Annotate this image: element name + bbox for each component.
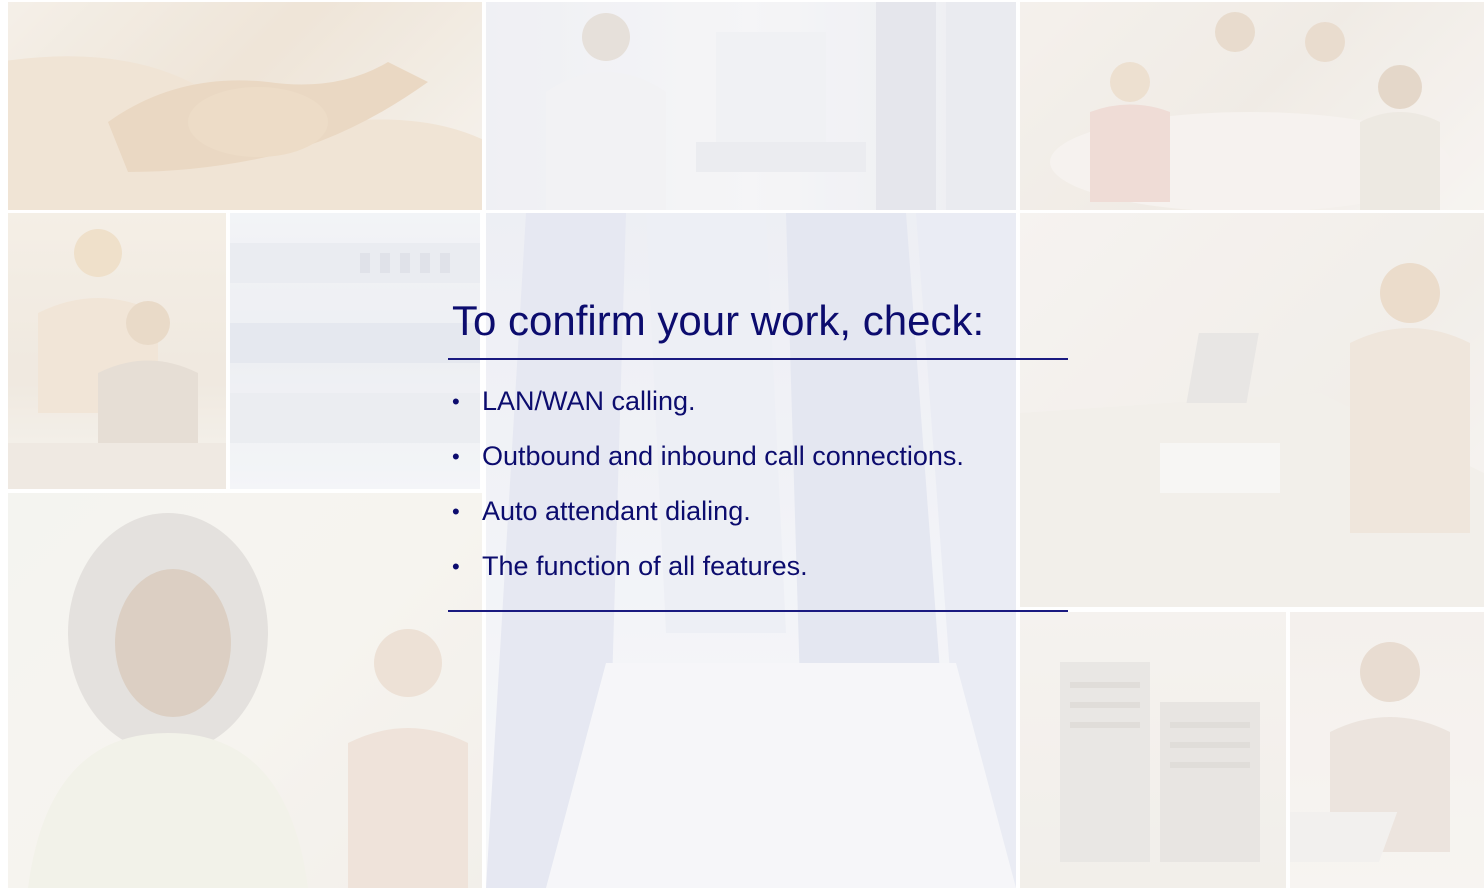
woman-at-laptop-photo: [1020, 213, 1484, 607]
bullet-text: LAN/WAN calling.: [482, 386, 696, 416]
bullet-item: • LAN/WAN calling.: [448, 374, 1068, 429]
bullet-text: The function of all features.: [482, 551, 808, 581]
bullet-text: Auto attendant dialing.: [482, 496, 751, 526]
bullet-list: • LAN/WAN calling. • Outbound and inboun…: [448, 360, 1068, 610]
woman-with-laptop-photo: [1290, 612, 1484, 888]
bottom-divider: [448, 610, 1068, 612]
bullet-icon: •: [452, 388, 460, 414]
bullet-item: • The function of all features.: [448, 539, 1068, 594]
server-racks-photo: [1020, 612, 1286, 888]
bullet-icon: •: [452, 553, 460, 579]
slide-content: To confirm your work, check: • LAN/WAN c…: [448, 290, 1068, 612]
slide-title: To confirm your work, check:: [452, 297, 985, 344]
business-meeting-photo: [1020, 2, 1484, 210]
bullet-icon: •: [452, 443, 460, 469]
network-equipment-photo: [230, 213, 480, 489]
bullet-icon: •: [452, 498, 460, 524]
colleagues-at-desk-photo: [8, 213, 226, 489]
smiling-woman-photo: [8, 493, 482, 888]
bullet-item: • Auto attendant dialing.: [448, 484, 1068, 539]
bullet-item: • Outbound and inbound call connections.: [448, 429, 1068, 484]
slide: To confirm your work, check: • LAN/WAN c…: [0, 0, 1484, 888]
bullet-text: Outbound and inbound call connections.: [482, 441, 964, 471]
handshake-photo: [8, 2, 482, 210]
engineer-at-computer-photo: [486, 2, 1016, 210]
